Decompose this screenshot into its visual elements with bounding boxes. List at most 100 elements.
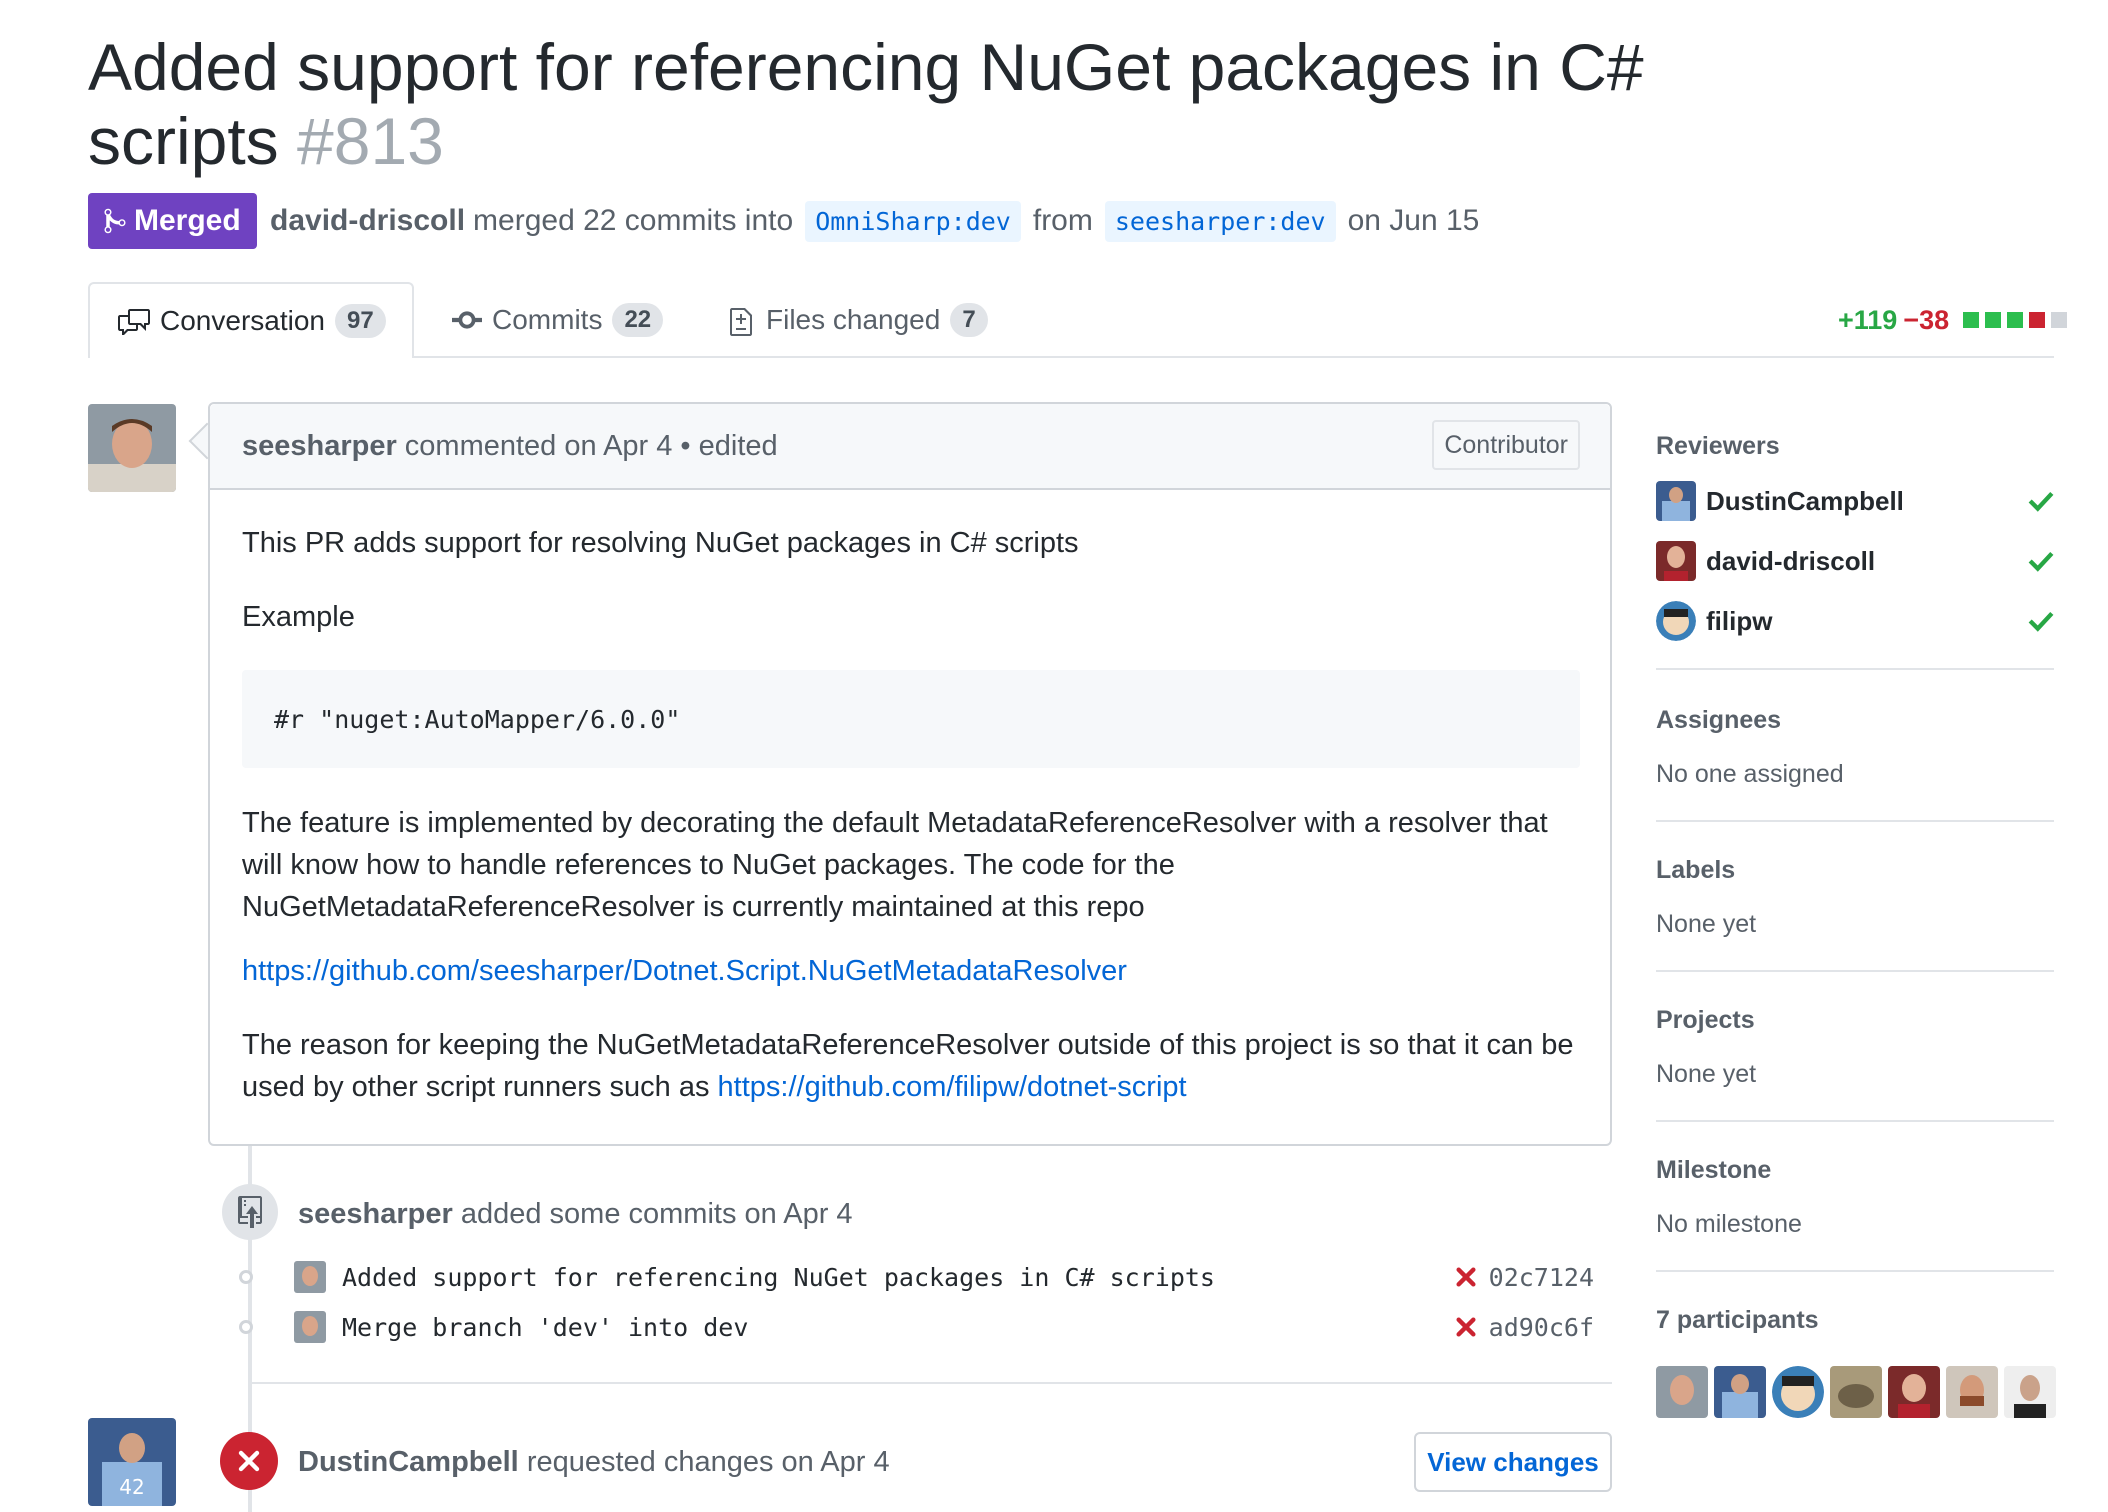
diffstat-block-add <box>1963 312 1980 328</box>
labels-heading[interactable]: Labels <box>1656 856 1735 885</box>
merged-label: Merged <box>134 204 241 237</box>
contributor-badge: Contributor <box>1432 420 1580 470</box>
commit-event-author[interactable]: seesharper <box>298 1198 453 1231</box>
assignees-heading[interactable]: Assignees <box>1656 706 1781 735</box>
participants-list <box>1656 1366 2056 1418</box>
check-icon <box>2028 611 2054 632</box>
commit-row: Added support for referencing NuGet pack… <box>294 1257 1594 1297</box>
sidebar-separator <box>1656 820 2054 822</box>
commit-sha: 02c7124 <box>1455 1263 1594 1292</box>
diffstat-block-add <box>2007 312 2024 328</box>
commit-sha-link[interactable]: 02c7124 <box>1489 1263 1594 1292</box>
avatar-seesharper[interactable] <box>88 404 176 492</box>
reviewer-david-driscoll[interactable]: david-driscoll <box>1656 540 2054 582</box>
check-icon <box>2028 491 2054 512</box>
sidebar-separator <box>1656 1270 2054 1272</box>
milestone-value: No milestone <box>1656 1210 1802 1238</box>
reviewer-name: filipw <box>1706 605 1773 636</box>
sidebar-separator <box>1656 668 2054 670</box>
labels-value: None yet <box>1656 910 1757 938</box>
comment-paragraph: https://github.com/seesharper/Dotnet.Scr… <box>242 950 1582 992</box>
comment-discussion-icon <box>118 309 150 335</box>
commit-dot <box>239 1270 253 1284</box>
reviewer-name: david-driscoll <box>1706 545 1876 576</box>
person-avatar-image <box>88 404 176 492</box>
participant-avatar[interactable] <box>1656 1366 1708 1418</box>
participant-avatar[interactable] <box>1946 1366 1998 1418</box>
reviewer-name: DustinCampbell <box>1706 485 1904 516</box>
reviewer-avatar <box>1656 481 1696 521</box>
commit-sha: ad90c6f <box>1455 1313 1594 1342</box>
comment-paragraph: The feature is implemented by decorating… <box>242 802 1582 928</box>
projects-value: None yet <box>1656 1060 1757 1088</box>
svg-text:42: 42 <box>119 1475 144 1499</box>
participant-avatar[interactable] <box>1888 1366 1940 1418</box>
commit-event-text: added some commits on Apr 4 <box>460 1197 853 1230</box>
pr-description-comment: seesharper commented on Apr 4 • edited C… <box>208 402 1612 1146</box>
commit-author-avatar[interactable] <box>294 1261 326 1293</box>
tab-commits-label: Commits <box>492 304 603 335</box>
reviewers-heading[interactable]: Reviewers <box>1656 432 1780 461</box>
projects-heading[interactable]: Projects <box>1656 1006 1755 1035</box>
base-branch[interactable]: OmniSharp:dev <box>805 200 1021 242</box>
commit-message-link[interactable]: Merge branch 'dev' into dev <box>342 1313 748 1342</box>
tab-files-changed[interactable]: Files changed 7 <box>730 282 988 358</box>
participant-avatar[interactable] <box>1830 1366 1882 1418</box>
paragraph-line: The feature is implemented by decorating… <box>242 807 1548 839</box>
reviewer-avatar <box>1656 541 1696 581</box>
reviewer-filipw[interactable]: filipw <box>1656 600 2054 642</box>
reviewer-dustincampbell[interactable]: DustinCampbell <box>1656 480 2054 522</box>
diffstat-additions: +119 <box>1838 304 1898 335</box>
assignees-value: No one assigned <box>1656 760 1844 788</box>
head-branch[interactable]: seesharper:dev <box>1104 200 1336 242</box>
merge-date: on Jun 15 <box>1347 204 1480 237</box>
review-event-author[interactable]: DustinCampbell <box>298 1446 519 1479</box>
paragraph-line: used by other script runners such as htt… <box>242 1066 1582 1108</box>
diffstat-block-add <box>1985 312 2002 328</box>
commit-message-link[interactable]: Added support for referencing NuGet pack… <box>342 1263 1215 1292</box>
paragraph-line: The reason for keeping the NuGetMetadata… <box>242 1029 1574 1061</box>
code-block: #r "nuget:AutoMapper/6.0.0" <box>242 670 1580 768</box>
tab-files-count: 7 <box>950 303 988 337</box>
milestone-heading[interactable]: Milestone <box>1656 1156 1771 1185</box>
reviewer-avatar <box>1656 601 1696 641</box>
diffstat-deletions: −38 <box>1903 304 1950 335</box>
tab-commits[interactable]: Commits 22 <box>452 282 664 358</box>
comment-header: seesharper commented on Apr 4 • edited C… <box>210 404 1610 490</box>
merge-text: merged 22 commits into <box>473 204 794 237</box>
paragraph-line: will know how to handle references to Nu… <box>242 849 1175 881</box>
tab-files-label: Files changed <box>766 304 941 335</box>
view-changes-button[interactable]: View changes <box>1414 1432 1612 1492</box>
dotnet-script-link[interactable]: https://github.com/filipw/dotnet-script <box>718 1071 1187 1103</box>
comment-meta[interactable]: commented on Apr 4 • edited <box>405 430 778 463</box>
paragraph-text: used by other script runners such as <box>242 1071 710 1103</box>
x-icon[interactable] <box>1455 1266 1477 1288</box>
tab-conversation[interactable]: Conversation 97 <box>88 282 414 358</box>
diffstat: +119 −38 <box>1838 302 2068 338</box>
diffstat-block-del <box>2029 312 2046 328</box>
comment-paragraph: The reason for keeping the NuGetMetadata… <box>242 1024 1582 1108</box>
comment-author[interactable]: seesharper <box>242 430 397 463</box>
request-changes-icon <box>220 1432 278 1490</box>
repo-link[interactable]: https://github.com/seesharper/Dotnet.Scr… <box>242 955 1127 987</box>
sidebar-separator <box>1656 1120 2054 1122</box>
commit-row: Merge branch 'dev' into dev ad90c6f <box>294 1307 1594 1347</box>
comment-paragraph: Example <box>242 601 355 633</box>
tab-conversation-count: 97 <box>334 304 386 338</box>
pr-number: #813 <box>297 104 444 178</box>
pr-title: Added support for referencing NuGet pack… <box>88 30 1688 178</box>
avatar-dustincampbell[interactable]: 42 <box>88 1418 176 1506</box>
participant-avatar[interactable] <box>1714 1366 1766 1418</box>
tab-commits-count: 22 <box>612 303 664 337</box>
x-icon[interactable] <box>1455 1316 1477 1338</box>
commit-author-avatar[interactable] <box>294 1311 326 1343</box>
check-icon <box>2028 551 2054 572</box>
timeline-separator <box>252 1382 1612 1384</box>
commit-sha-link[interactable]: ad90c6f <box>1489 1313 1594 1342</box>
commit-event: seesharper added some commits on Apr 4 <box>298 1194 853 1234</box>
review-event-text: requested changes on Apr 4 <box>526 1445 890 1478</box>
sidebar-separator <box>1656 970 2054 972</box>
merged-by-link[interactable]: david-driscoll <box>270 204 465 238</box>
participant-avatar[interactable] <box>1772 1366 1824 1418</box>
participant-avatar[interactable] <box>2004 1366 2056 1418</box>
